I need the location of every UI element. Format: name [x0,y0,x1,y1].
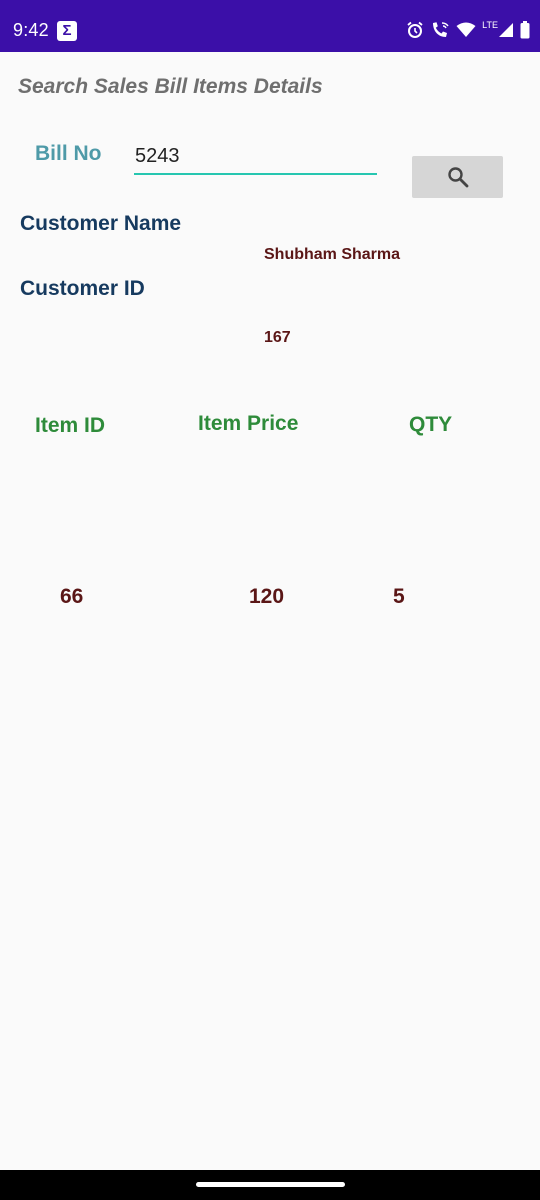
wifi-calling-icon [433,22,449,37]
battery-icon [520,21,530,39]
wifi-icon [456,22,476,37]
qty-header: QTY [409,413,453,436]
page-title: Search Sales Bill Items Details [18,75,323,98]
bill-no-input[interactable] [134,139,377,175]
customer-name-value: Shubham Sharma [264,246,401,263]
navigation-bar [0,1170,540,1200]
qty-cell: 5 [393,585,405,608]
customer-id-label: Customer ID [20,277,145,300]
alarm-icon [407,21,423,38]
notification-app-icon: Σ [57,21,77,41]
item-id-header: Item ID [35,414,106,437]
status-icons: LTE [406,18,530,42]
status-bar: 9:42 Σ LTE [0,0,540,52]
home-gesture-handle[interactable] [196,1182,345,1187]
network-type-label: LTE [482,20,498,30]
item-price-cell: 120 [249,585,285,608]
signal-icon [499,23,513,37]
status-time: 9:42 [13,20,49,40]
bill-no-label: Bill No [35,142,102,165]
item-id-cell: 66 [60,585,84,608]
item-price-header: Item Price [198,412,299,435]
customer-name-label: Customer Name [20,212,182,235]
customer-id-value: 167 [264,329,291,346]
search-button[interactable] [412,156,503,198]
search-icon [447,167,468,188]
